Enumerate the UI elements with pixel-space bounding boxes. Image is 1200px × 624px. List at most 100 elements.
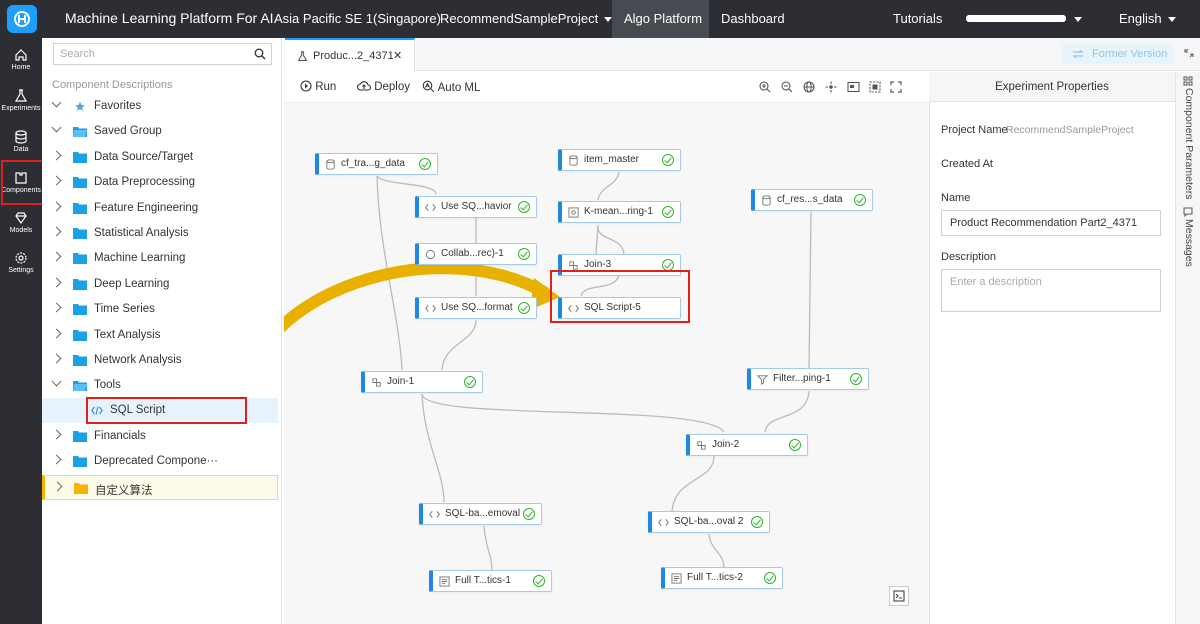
select-area-icon[interactable] [869, 81, 881, 93]
node-filter-mapping[interactable]: Filter...ping-1 [747, 368, 869, 390]
tree-statistical-analysis[interactable]: Statistical Analysis [42, 221, 278, 246]
run-button[interactable]: Run [300, 80, 336, 93]
node-kmeans-clustering[interactable]: K-mean...ring-1 [558, 201, 681, 223]
message-icon [1183, 207, 1193, 218]
node-item-master[interactable]: item_master [558, 149, 681, 171]
region-selector[interactable]: Asia Pacific SE 1(Singapore) [274, 11, 441, 26]
experiment-tab[interactable]: Produc...2_4371 ✕ [285, 38, 415, 72]
account-chevron-down-icon[interactable] [1074, 17, 1082, 22]
tree-tools[interactable]: Tools [42, 373, 278, 398]
deploy-button[interactable]: Deploy [357, 80, 410, 93]
diamond-icon [15, 212, 27, 225]
terminal-button[interactable] [889, 586, 909, 606]
search-icon[interactable] [254, 48, 266, 60]
tree-data-source[interactable]: Data Source/Target [42, 145, 278, 170]
tree-time-series[interactable]: Time Series [42, 297, 278, 322]
nav-home[interactable]: Home [0, 48, 42, 88]
app-title: Machine Learning Platform For AI [65, 10, 274, 26]
edge-join2-to-sqlba2 [671, 455, 715, 513]
tab-messages[interactable]: Messages [1183, 206, 1195, 267]
tree-network-analysis[interactable]: Network Analysis [42, 348, 278, 373]
tree-machine-learning[interactable]: Machine Learning [42, 246, 278, 271]
node-label: Join-3 [584, 259, 612, 270]
auto-ml-button[interactable]: Auto ML [422, 80, 480, 94]
tree-label: Data Source/Target [94, 151, 194, 163]
success-icon [789, 439, 801, 451]
node-label: item_master [584, 154, 640, 165]
collapse-icon[interactable] [1184, 48, 1194, 58]
node-cf-results-data[interactable]: cf_res...s_data [751, 189, 873, 211]
zoom-out-icon[interactable] [781, 81, 793, 93]
tree-custom-algorithms[interactable]: 自定义算法 [42, 475, 278, 500]
auto-ml-icon [422, 80, 435, 93]
nav-models[interactable]: Models [0, 211, 42, 251]
code-icon [429, 510, 440, 519]
tree-data-preprocessing[interactable]: Data Preprocessing [42, 170, 278, 195]
nav-settings[interactable]: Settings [0, 251, 42, 291]
node-sql-based-removal-2[interactable]: SQL-ba...oval 2 [648, 511, 770, 533]
account-name-redacted[interactable] [966, 15, 1066, 22]
home-icon [15, 49, 27, 61]
tree-feature-engineering[interactable]: Feature Engineering [42, 196, 278, 221]
description-input[interactable]: Enter a description [941, 269, 1161, 312]
fit-view-icon[interactable] [825, 81, 837, 93]
node-label: Full T...tics-2 [687, 572, 743, 583]
tree-text-analysis[interactable]: Text Analysis [42, 323, 278, 348]
node-label: Use SQ...havior [441, 201, 512, 212]
globe-icon[interactable] [803, 81, 815, 93]
table-icon [326, 159, 335, 170]
code-icon [658, 518, 669, 527]
chevron-right-icon [52, 481, 63, 492]
chevron-right-icon [51, 201, 62, 212]
minimap-icon[interactable] [847, 81, 860, 93]
project-selector[interactable]: RecommendSampleProject [440, 11, 613, 26]
tree-favorites[interactable]: Favorites [42, 94, 278, 119]
tree-deprecated[interactable]: Deprecated Compone··· [42, 449, 278, 474]
close-icon[interactable]: ✕ [393, 49, 402, 62]
tutorials-link[interactable]: Tutorials [893, 11, 942, 26]
tab-dashboard[interactable]: Dashboard [721, 11, 785, 26]
node-full-table-statistics-2[interactable]: Full T...tics-2 [661, 567, 783, 589]
project-name: RecommendSampleProject [440, 11, 599, 26]
star-icon [75, 101, 85, 111]
tab-component-parameters[interactable]: Component Parameters [1183, 75, 1195, 199]
folder-icon [73, 431, 87, 442]
node-join-1[interactable]: Join-1 [361, 371, 483, 393]
tree-label: Statistical Analysis [94, 227, 189, 239]
table-icon [569, 155, 578, 166]
tree-financials[interactable]: Financials [42, 424, 278, 449]
nav-experiments[interactable]: Experiments [0, 89, 42, 129]
tree-label: Financials [94, 430, 146, 442]
node-label: K-mean...ring-1 [584, 206, 653, 217]
auto-ml-label: Auto ML [437, 82, 481, 94]
node-join-2[interactable]: Join-2 [686, 434, 808, 456]
pai-logo[interactable] [7, 5, 37, 33]
folder-open-icon [73, 127, 87, 137]
chevron-down-icon [1167, 17, 1176, 23]
node-use-sql-behavior[interactable]: Use SQ...havior [415, 196, 537, 218]
description-label: Description [941, 251, 997, 263]
experiment-name-input[interactable]: Product Recommendation Part2_4371 [941, 210, 1161, 236]
component-descriptions-link[interactable]: Component Descriptions [52, 79, 172, 91]
node-full-table-statistics-1[interactable]: Full T...tics-1 [429, 570, 552, 592]
created-at-label: Created At [941, 158, 993, 170]
fullscreen-icon[interactable] [890, 81, 902, 93]
node-sql-based-removal[interactable]: SQL-ba...emoval [419, 503, 542, 525]
success-icon [518, 302, 530, 314]
tree-saved-group[interactable]: Saved Group [42, 119, 278, 144]
language-selector[interactable]: English [1119, 11, 1176, 26]
deploy-label: Deploy [374, 81, 411, 93]
former-version-button[interactable]: Former Version [1062, 44, 1174, 64]
tree-deep-learning[interactable]: Deep Learning [42, 272, 278, 297]
tab-algo-platform[interactable]: Algo Platform [624, 11, 702, 26]
node-collaborative-filtering[interactable]: Collab...rec)-1 [415, 243, 537, 265]
node-cf-training-data[interactable]: cf_tra...g_data [315, 153, 438, 175]
zoom-in-icon[interactable] [759, 81, 771, 93]
folder-icon [73, 228, 87, 239]
component-search[interactable]: Search [53, 43, 272, 65]
logo-icon [14, 11, 30, 27]
edge-sqlba2-to-full2 [708, 533, 725, 569]
chevron-right-icon [51, 454, 62, 465]
folder-open-icon [73, 381, 87, 391]
node-use-sql-format[interactable]: Use SQ...format [415, 297, 537, 319]
